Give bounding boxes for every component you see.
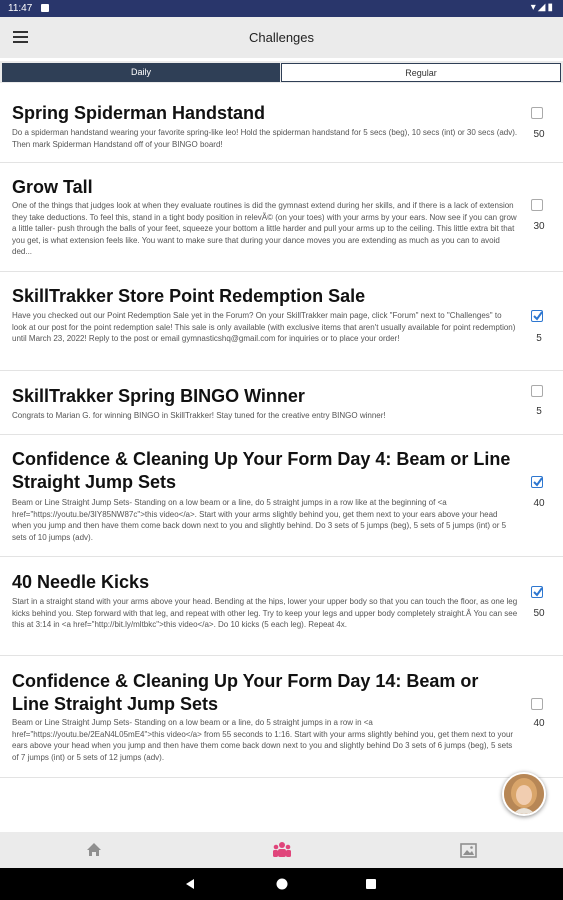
challenge-description: Beam or Line Straight Jump Sets- Standin… (12, 718, 514, 762)
challenge-title: Confidence & Cleaning Up Your Form Day 1… (12, 671, 479, 714)
community-icon[interactable] (272, 841, 292, 863)
checkmark-icon (533, 477, 543, 487)
challenge-list[interactable]: Spring Spiderman Handstand Do a spiderma… (0, 90, 563, 830)
challenge-title: Confidence & Cleaning Up Your Form Day 4… (12, 449, 511, 492)
challenge-points: 40 (533, 718, 545, 729)
page-title: Challenges (248, 30, 315, 45)
image-icon[interactable] (460, 843, 477, 863)
status-time: 11:47 (8, 3, 33, 14)
challenge-item[interactable]: Spring Spiderman Handstand Do a spiderma… (0, 90, 563, 163)
challenge-checkbox[interactable] (531, 199, 543, 211)
bottom-navigation (0, 832, 563, 868)
challenge-checkbox[interactable] (531, 698, 543, 710)
challenge-title: 40 Needle Kicks (12, 572, 150, 592)
avatar[interactable] (502, 772, 546, 816)
challenge-description: One of the things that judges look at wh… (12, 201, 517, 256)
tab-regular[interactable]: Regular (281, 63, 561, 82)
home-button-icon[interactable] (276, 878, 288, 890)
challenge-description: Beam or Line Straight Jump Sets- Standin… (12, 498, 507, 542)
challenge-points: 5 (536, 333, 542, 344)
challenge-title: Spring Spiderman Handstand (12, 103, 266, 123)
challenge-checkbox[interactable] (531, 310, 543, 322)
challenge-points: 5 (536, 406, 542, 417)
challenge-title: SkillTrakker Spring BINGO Winner (12, 386, 305, 406)
system-status-icons: ▾◢▮ (530, 2, 555, 13)
challenge-item[interactable]: 40 Needle Kicks Start in a straight stan… (0, 557, 563, 656)
system-navigation-bar (0, 868, 563, 900)
challenge-description: Congrats to Marian G. for winning BINGO … (12, 411, 386, 420)
challenge-checkbox[interactable] (531, 586, 543, 598)
challenge-item[interactable]: Confidence & Cleaning Up Your Form Day 1… (0, 656, 563, 778)
challenge-description: Do a spiderman handstand wearing your fa… (12, 128, 518, 149)
checkmark-icon (533, 587, 543, 597)
checkmark-icon (533, 311, 543, 321)
challenge-checkbox[interactable] (531, 476, 543, 488)
challenge-checkbox[interactable] (531, 385, 543, 397)
challenge-title: SkillTrakker Store Point Redemption Sale (12, 286, 366, 306)
app-bar: Challenges (0, 17, 563, 58)
challenge-item[interactable]: SkillTrakker Store Point Redemption Sale… (0, 272, 563, 371)
challenge-title: Grow Tall (12, 177, 93, 197)
status-bar: 11:47 ▾◢▮ (0, 0, 563, 17)
challenge-item[interactable]: Confidence & Cleaning Up Your Form Day 4… (0, 435, 563, 557)
challenge-item[interactable]: SkillTrakker Spring BINGO Winner Congrat… (0, 371, 563, 435)
recents-icon[interactable] (366, 879, 376, 889)
challenge-points: 50 (533, 608, 545, 619)
challenge-item[interactable]: Grow Tall One of the things that judges … (0, 163, 563, 272)
back-icon[interactable] (185, 878, 195, 890)
home-icon[interactable] (86, 842, 102, 862)
challenge-points: 40 (533, 498, 545, 509)
notification-icon (41, 4, 49, 12)
avatar-portrait-icon (504, 774, 544, 814)
challenge-description: Start in a straight stand with your arms… (12, 597, 518, 629)
tab-daily[interactable]: Daily (2, 63, 280, 82)
challenge-checkbox[interactable] (531, 107, 543, 119)
tab-bar: Daily Regular (0, 61, 563, 83)
challenge-points: 30 (533, 221, 545, 232)
challenge-points: 50 (533, 129, 545, 140)
challenge-description: Have you checked out our Point Redemptio… (12, 311, 516, 343)
